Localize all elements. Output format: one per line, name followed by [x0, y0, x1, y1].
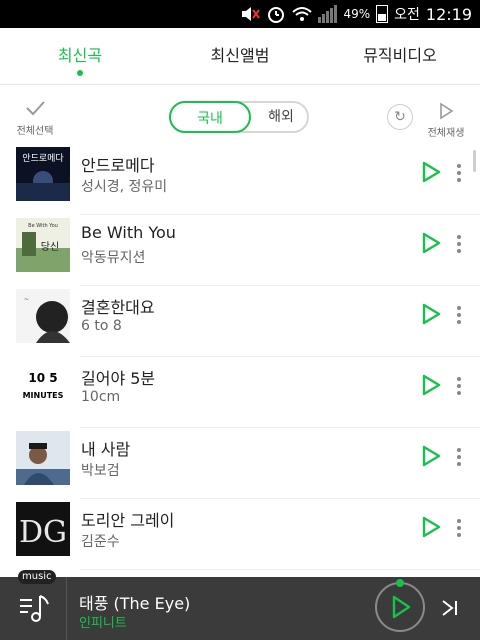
tab-label: 최신앨범 — [210, 46, 270, 65]
mini-player: 태풍 (The Eye) 인피니트 — [0, 577, 480, 640]
tab-bar: 최신곡 최신앨범 뮤직비디오 — [0, 28, 480, 85]
music-badge: music — [18, 570, 56, 584]
tab-latest-songs[interactable]: 최신곡 — [0, 28, 160, 84]
refresh-icon: ↻ — [394, 109, 406, 125]
alarm-icon — [268, 7, 285, 23]
song-title: 내 사람 — [81, 440, 131, 459]
album-art: ~ — [16, 289, 70, 343]
album-art: 안드로메다 — [16, 147, 70, 201]
song-row[interactable]: DG 도리안 그레이 김준수 — [0, 499, 480, 570]
foreign-option[interactable]: 해외 — [253, 101, 309, 133]
status-bar: 49% 오전 12:19 — [0, 0, 480, 28]
album-art-text: MINUTES — [23, 391, 64, 400]
more-options-icon[interactable] — [452, 376, 466, 396]
battery-icon — [376, 5, 389, 23]
album-art — [16, 431, 70, 485]
song-title: 결혼한대요 — [81, 298, 155, 317]
clock: 12:19 — [425, 4, 472, 24]
row-divider — [80, 569, 480, 570]
now-playing-title[interactable]: 태풍 (The Eye) — [79, 590, 190, 614]
play-icon[interactable] — [420, 374, 442, 396]
checkmark-icon — [26, 101, 45, 116]
album-art-text: 당신 — [41, 241, 59, 253]
song-artist: 6 to 8 — [81, 318, 122, 334]
song-title: 도리안 그레이 — [81, 511, 175, 530]
list-scrollbar[interactable] — [473, 150, 476, 172]
song-row[interactable]: Be With You 당신 Be With You 악동뮤지션 — [0, 215, 480, 286]
volume-mute-icon — [242, 7, 261, 21]
region-toggle: 국내 해외 — [169, 101, 309, 133]
select-all-label: 전체선택 — [16, 126, 54, 137]
player-divider — [66, 577, 67, 640]
more-options-icon[interactable] — [452, 305, 466, 325]
play-icon[interactable] — [420, 232, 442, 254]
more-options-icon[interactable] — [452, 234, 466, 254]
playlist-icon[interactable] — [18, 592, 50, 624]
song-title: 길어야 5분 — [81, 369, 156, 388]
next-track-icon[interactable] — [438, 597, 460, 619]
tab-label: 최신곡 — [57, 46, 103, 65]
now-playing-artist: 인피니트 — [79, 616, 127, 631]
play-icon — [392, 595, 411, 619]
song-artist: 성시경, 정유미 — [81, 179, 168, 195]
album-art: 10 5 MINUTES — [16, 360, 70, 414]
play-all-button[interactable]: 전체재생 — [416, 102, 476, 139]
song-artist: 박보검 — [81, 463, 120, 479]
play-icon[interactable] — [420, 516, 442, 538]
tab-music-videos[interactable]: 뮤직비디오 — [320, 28, 480, 84]
song-title: Be With You — [81, 223, 176, 242]
player-play-button[interactable] — [375, 582, 425, 632]
wifi-icon — [292, 7, 313, 21]
ampm-label: 오전 — [394, 7, 420, 23]
tab-latest-albums[interactable]: 최신앨범 — [160, 28, 320, 84]
play-outline-icon — [440, 102, 454, 120]
domestic-option[interactable]: 국내 — [169, 101, 251, 133]
select-all-button[interactable]: 전체선택 — [12, 100, 58, 137]
song-artist: 김준수 — [81, 534, 120, 550]
active-tab-dot — [77, 70, 83, 76]
progress-indicator — [396, 579, 404, 587]
play-icon[interactable] — [420, 445, 442, 467]
list-toolbar: 전체선택 국내 해외 ↻ 전체재생 — [0, 84, 480, 144]
song-artist: 10cm — [81, 389, 121, 405]
album-art-text: 안드로메다 — [22, 153, 64, 164]
refresh-button[interactable]: ↻ — [387, 104, 413, 130]
album-art-text: DG — [19, 515, 67, 550]
more-options-icon[interactable] — [452, 518, 466, 538]
song-artist: 악동뮤지션 — [81, 250, 146, 266]
svg-text:~: ~ — [24, 296, 29, 303]
song-title: 안드로메다 — [81, 156, 155, 175]
song-list: 안드로메다 안드로메다 성시경, 정유미 Be With You 당신 Be Wi… — [0, 144, 480, 570]
album-art-text: 10 5 — [28, 371, 57, 385]
song-row[interactable]: 안드로메다 안드로메다 성시경, 정유미 — [0, 144, 480, 215]
signal-icon — [318, 5, 338, 23]
more-options-icon[interactable] — [452, 447, 466, 467]
song-row[interactable]: ~ 결혼한대요 6 to 8 — [0, 286, 480, 357]
tab-label: 뮤직비디오 — [363, 46, 437, 65]
more-options-icon[interactable] — [452, 163, 466, 183]
song-row[interactable]: 10 5 MINUTES 길어야 5분 10cm — [0, 357, 480, 428]
album-art-text: Be With You — [28, 223, 58, 229]
album-art: DG — [16, 502, 70, 556]
song-row[interactable]: 내 사람 박보검 — [0, 428, 480, 499]
album-art: Be With You 당신 — [16, 218, 70, 272]
play-icon[interactable] — [420, 303, 442, 325]
play-icon[interactable] — [420, 161, 442, 183]
play-all-label: 전체재생 — [427, 128, 465, 139]
battery-percent: 49% — [343, 7, 371, 21]
